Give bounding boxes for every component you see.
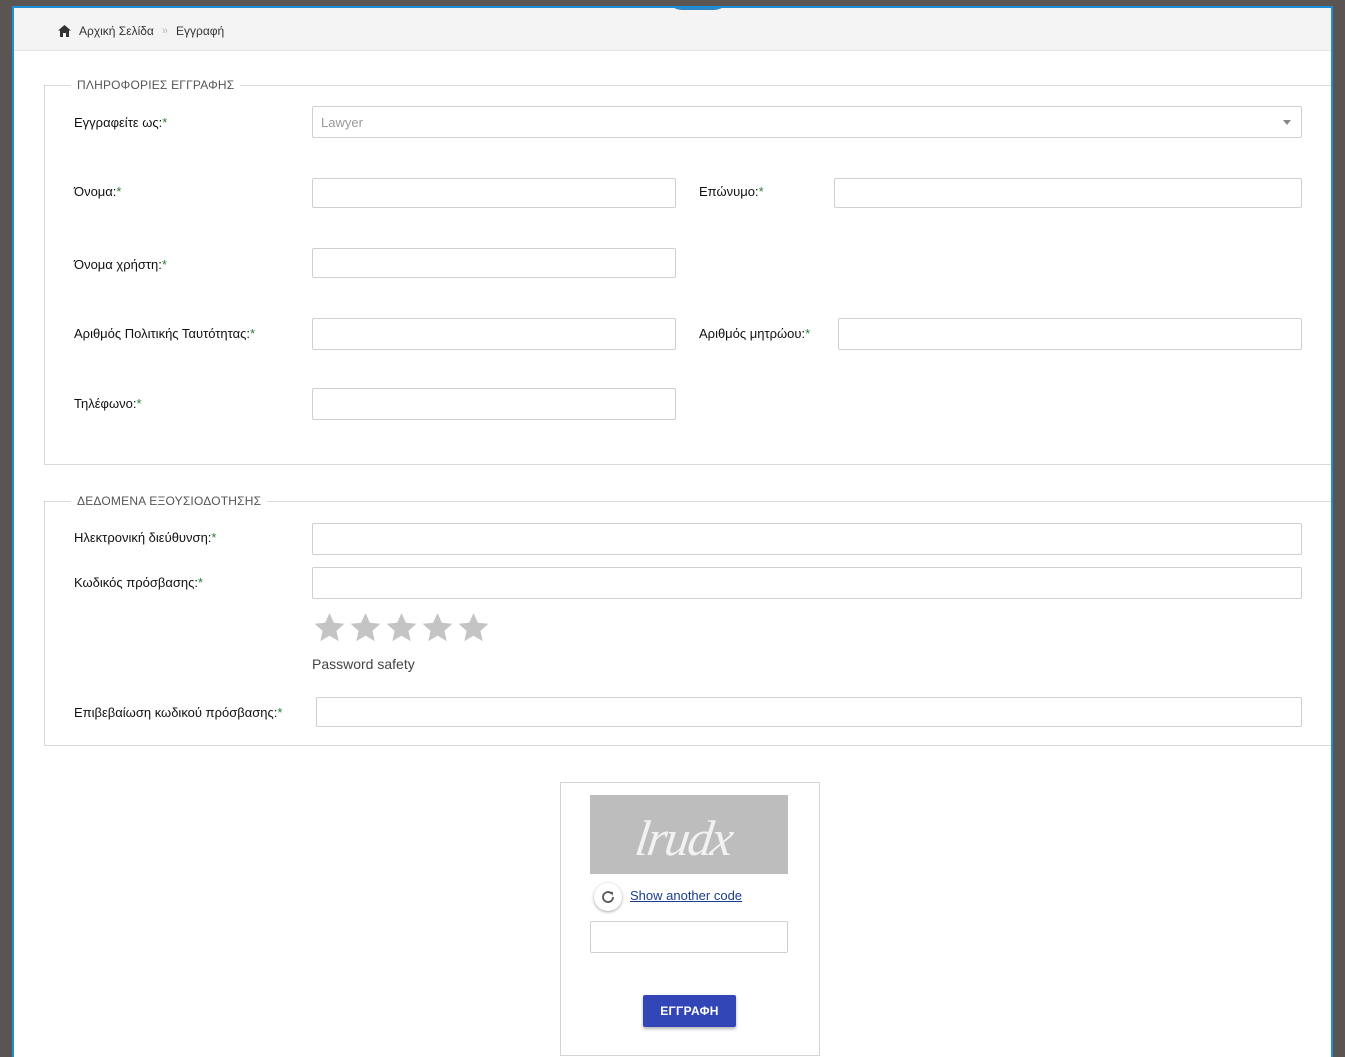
registry-number-input[interactable] (838, 318, 1302, 350)
register-as-select[interactable]: Lawyer (312, 106, 1302, 138)
id-number-label: Αριθμός Πολιτικής Ταυτότητας:* (74, 326, 256, 341)
captcha-image-text: lrudx (632, 810, 736, 866)
registration-info-legend: ΠΛΗΡΟΦΟΡΙΕΣ ΕΓΓΡΑΦΗΣ (77, 78, 235, 92)
first-name-label: Όνομα:* (74, 184, 122, 199)
star-icon (422, 613, 453, 642)
refresh-icon (602, 891, 614, 903)
top-arc-decoration (666, 8, 730, 10)
home-icon[interactable] (58, 25, 71, 37)
captcha-input[interactable] (590, 921, 788, 953)
show-another-code-link[interactable]: Show another code (630, 888, 742, 903)
register-as-value: Lawyer (321, 114, 363, 130)
email-input[interactable] (312, 523, 1302, 555)
breadcrumb-separator: » (161, 25, 168, 37)
register-as-label: Εγγραφείτε ως:* (74, 115, 168, 130)
last-name-label: Επώνυμο:* (699, 184, 764, 199)
breadcrumb: Αρχική Σελίδα » Εγγραφή (58, 24, 224, 38)
chevron-down-icon (1283, 120, 1291, 125)
phone-label: Τηλέφωνο:* (74, 396, 142, 411)
page: Αρχική Σελίδα » Εγγραφή ΠΛΗΡΟΦΟΡΙΕΣ ΕΓΓΡ… (12, 6, 1333, 1057)
password-strength-stars (312, 611, 492, 645)
breadcrumb-home-link[interactable]: Αρχική Σελίδα (79, 24, 154, 38)
id-number-input[interactable] (312, 318, 676, 350)
top-bar: Αρχική Σελίδα » Εγγραφή (14, 8, 1331, 51)
password-input[interactable] (312, 567, 1302, 599)
star-icon (458, 613, 489, 642)
confirm-password-input[interactable] (316, 697, 1302, 727)
registry-number-label: Αριθμός μητρώου:* (699, 326, 811, 341)
auth-data-legend: ΔΕΔΟΜΕΝΑ ΕΞΟΥΣΙΟΔΟΤΗΣΗΣ (77, 494, 262, 508)
captcha-image: lrudx (590, 795, 788, 874)
star-icon (386, 613, 417, 642)
password-safety-label: Password safety (312, 656, 415, 672)
password-label: Κωδικός πρόσβασης:* (74, 575, 204, 590)
first-name-input[interactable] (312, 178, 676, 208)
breadcrumb-current: Εγγραφή (175, 24, 225, 38)
phone-input[interactable] (312, 388, 676, 420)
username-label: Όνομα χρήστη:* (74, 257, 167, 272)
star-icon (350, 613, 381, 642)
email-label: Ηλεκτρονική διεύθυνση:* (74, 530, 217, 545)
refresh-button[interactable] (594, 883, 622, 911)
star-icon (314, 613, 345, 642)
captcha-box: lrudx Show another code ΕΓΓΡΑΦΗ (560, 782, 820, 1056)
last-name-input[interactable] (834, 178, 1302, 208)
username-input[interactable] (312, 248, 676, 278)
register-button[interactable]: ΕΓΓΡΑΦΗ (643, 995, 736, 1027)
confirm-password-label: Επιβεβαίωση κωδικού πρόσβασης:* (74, 705, 283, 720)
